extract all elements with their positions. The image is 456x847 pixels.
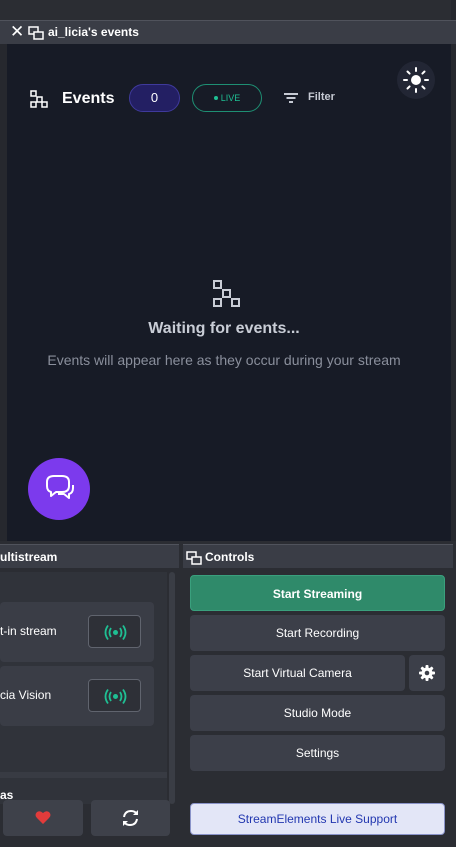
virtual-camera-settings-button[interactable] bbox=[409, 655, 445, 691]
dock-edge bbox=[451, 0, 456, 541]
live-label: LIVE bbox=[220, 93, 241, 103]
live-support-button[interactable]: StreamElements Live Support bbox=[190, 803, 445, 835]
list-item: cia Vision bbox=[0, 666, 154, 726]
settings-button[interactable]: Settings bbox=[190, 735, 445, 771]
scrollbar[interactable] bbox=[169, 572, 175, 804]
events-icon bbox=[30, 90, 48, 108]
start-virtual-camera-button[interactable]: Start Virtual Camera bbox=[190, 655, 405, 691]
chat-fab-button[interactable] bbox=[28, 458, 90, 520]
list-item: t-in stream bbox=[0, 602, 154, 662]
events-panel: Events 0 LIVE Filter Waiting for events.… bbox=[7, 44, 451, 541]
broadcast-toggle-button[interactable] bbox=[88, 615, 141, 648]
start-recording-button[interactable]: Start Recording bbox=[190, 615, 445, 651]
events-empty-icon bbox=[213, 280, 240, 307]
filter-button[interactable]: Filter bbox=[308, 90, 335, 104]
float-icon[interactable] bbox=[28, 26, 44, 40]
gear-icon bbox=[419, 665, 435, 681]
multistream-list: t-in stream cia Vision as bbox=[0, 572, 167, 804]
theme-toggle-button[interactable] bbox=[397, 61, 435, 99]
multistream-titlebar: ultistream bbox=[0, 544, 179, 568]
empty-state-subtitle: Events will appear here as they occur du… bbox=[47, 352, 401, 368]
live-dot-icon bbox=[213, 95, 218, 100]
broadcast-icon bbox=[104, 688, 127, 705]
multistream-title: ultistream bbox=[0, 550, 58, 564]
broadcast-toggle-button[interactable] bbox=[88, 679, 141, 712]
list-item-label: cia Vision bbox=[0, 688, 52, 702]
refresh-icon bbox=[123, 809, 138, 827]
app-root: ✕ ai_licia's events Events 0 LIVE Filter bbox=[0, 0, 456, 847]
heart-button[interactable] bbox=[3, 800, 83, 836]
events-header-label: Events bbox=[62, 90, 115, 107]
chat-icon bbox=[46, 475, 74, 499]
dock-edge bbox=[0, 44, 7, 541]
live-toggle[interactable]: LIVE bbox=[192, 84, 262, 112]
events-dock-title: ai_licia's events bbox=[48, 25, 139, 39]
heart-icon bbox=[35, 811, 51, 824]
controls-dock: Controls Start Streaming Start Recording… bbox=[183, 544, 453, 847]
sun-icon bbox=[403, 67, 429, 93]
empty-state-title: Waiting for events... bbox=[148, 320, 300, 337]
multistream-dock: ultistream t-in stream cia Vision as bbox=[0, 544, 179, 847]
close-icon[interactable]: ✕ bbox=[10, 24, 26, 41]
float-icon[interactable] bbox=[186, 551, 202, 565]
divider bbox=[0, 772, 167, 778]
start-streaming-button[interactable]: Start Streaming bbox=[190, 575, 445, 611]
events-count-badge: 0 bbox=[129, 84, 180, 112]
list-item-label: t-in stream bbox=[0, 624, 57, 638]
controls-title: Controls bbox=[205, 550, 255, 564]
broadcast-icon bbox=[104, 624, 127, 641]
studio-mode-button[interactable]: Studio Mode bbox=[190, 695, 445, 731]
events-dock-titlebar: ✕ ai_licia's events bbox=[0, 20, 456, 44]
refresh-button[interactable] bbox=[91, 800, 170, 836]
controls-titlebar: Controls bbox=[183, 544, 453, 568]
filter-icon[interactable] bbox=[283, 91, 299, 105]
